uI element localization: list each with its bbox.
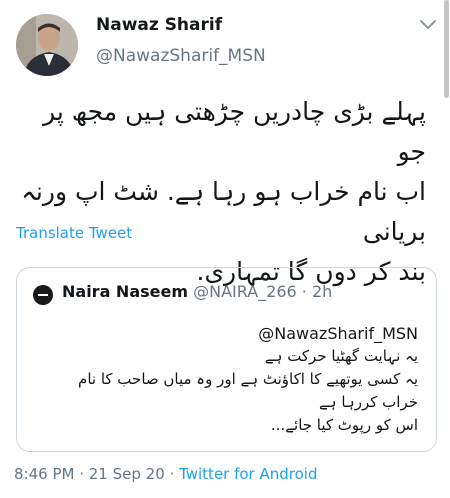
quoted-line: اس کو رپوٹ کیا جائے... — [270, 416, 418, 434]
user-handle[interactable]: @NawazSharif_MSN — [96, 46, 266, 66]
tweet-line: پہلے بڑی چادریں چڑھتی ہیں مجھ پر جو — [43, 97, 426, 166]
scrollbar[interactable] — [444, 0, 449, 98]
quoted-handle[interactable]: @NAIRA_266 — [193, 282, 297, 301]
tweet-footer: 8:46 PM · 21 Sep 20 · Twitter for Androi… — [14, 465, 318, 483]
quoted-avatar[interactable] — [33, 285, 53, 305]
avatar[interactable] — [16, 14, 78, 76]
tweet-source-link[interactable]: Twitter for Android — [179, 465, 317, 483]
quoted-text: @NawazSharif_MSN یہ نہایت گھٹیا حرکت ہے … — [18, 322, 418, 437]
quoted-line: یہ نہایت گھٹیا حرکت ہے — [264, 347, 418, 365]
profile-photo — [16, 14, 78, 76]
display-name[interactable]: Nawaz Sharif — [96, 15, 222, 35]
quoted-line: یہ کسی یوتھیے کا اکاؤنٹ ہے اور وہ میاں ص… — [78, 370, 418, 388]
translate-tweet-link[interactable]: Translate Tweet — [16, 224, 132, 242]
meta-separator: · — [301, 282, 307, 301]
footer-separator: · — [164, 465, 180, 483]
quoted-header: Naira Naseem @NAIRA_266 · 2h — [62, 282, 332, 301]
tweet-date: 21 Sep 20 — [88, 465, 165, 483]
quoted-tweet-card[interactable]: Naira Naseem @NAIRA_266 · 2h @NawazShari… — [16, 267, 437, 452]
tweet-time: 8:46 PM — [14, 465, 75, 483]
chevron-down-icon[interactable] — [418, 18, 438, 32]
quoted-timestamp[interactable]: 2h — [312, 282, 332, 301]
footer-separator: · — [74, 465, 89, 483]
quoted-display-name[interactable]: Naira Naseem — [62, 282, 188, 301]
tweet-text: پہلے بڑی چادریں چڑھتی ہیں مجھ پر جو اب ن… — [14, 92, 426, 292]
mention-link[interactable]: @NawazSharif_MSN — [18, 322, 418, 345]
quoted-line: خراب کررہا ہے — [319, 393, 418, 411]
